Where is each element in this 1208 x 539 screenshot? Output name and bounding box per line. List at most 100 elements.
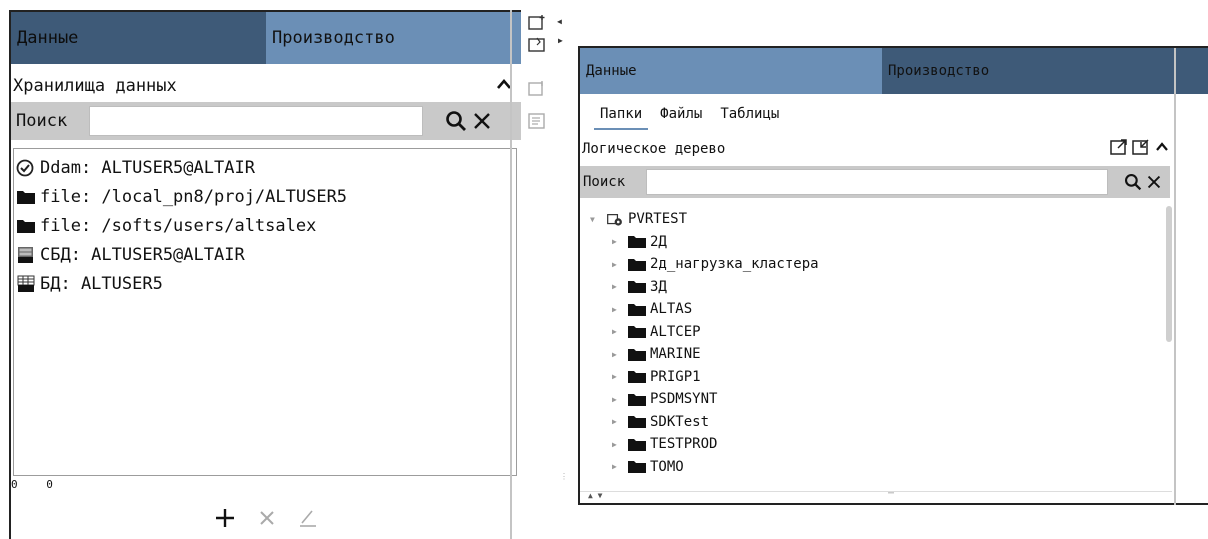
close-icon[interactable] xyxy=(1147,175,1161,189)
section-title-storages: Хранилища данных xyxy=(13,76,177,96)
tab-data[interactable]: Данные xyxy=(11,12,266,64)
list-item[interactable]: Ddam: ALTUSER5@ALTAIR xyxy=(14,153,516,182)
collapsed-triangle-icon[interactable]: ▶ xyxy=(612,440,622,449)
list-item[interactable]: БД: ALTUSER5 xyxy=(14,269,516,298)
bottom-splitter[interactable]: ▲ ▼ ⋯ xyxy=(580,488,1172,505)
tree-item-label: MARINE xyxy=(650,346,701,363)
list-item-label: file: /local_pn8/proj/ALTUSER5 xyxy=(40,186,348,207)
edit-icon[interactable] xyxy=(297,507,319,529)
folder-icon xyxy=(628,326,646,339)
tree-item[interactable]: ▶ ALTAS xyxy=(590,298,819,321)
coord-x: 0 xyxy=(11,478,18,491)
tree-toolbar xyxy=(1110,139,1170,155)
tab-production[interactable]: Производство xyxy=(266,12,521,64)
delete-icon[interactable] xyxy=(257,508,277,528)
folder-icon xyxy=(628,258,646,271)
folder-icon xyxy=(628,393,646,406)
collapsed-triangle-icon[interactable]: ▶ xyxy=(612,282,622,291)
coord-y: 0 xyxy=(46,478,53,491)
search-icon[interactable] xyxy=(445,110,467,132)
search-input[interactable] xyxy=(89,106,423,136)
collapsed-triangle-icon[interactable]: ▶ xyxy=(612,260,622,269)
tree-item[interactable]: ▶ PSDMSYNT xyxy=(590,388,819,411)
folder-icon xyxy=(17,190,35,204)
vertical-scrollbar[interactable] xyxy=(1166,206,1172,342)
subtab-bar: Папки Файлы Таблицы xyxy=(594,106,791,130)
expand-right-icon[interactable]: ▶ xyxy=(558,36,563,45)
tree-item-label: ALTAS xyxy=(650,301,693,318)
search-icon[interactable] xyxy=(1124,173,1142,191)
dock-window-icon[interactable] xyxy=(528,36,546,52)
list-item-label: БД: ALTUSER5 xyxy=(40,273,163,294)
collapsed-triangle-icon[interactable]: ▶ xyxy=(612,237,622,246)
tree-item[interactable]: ▶ 3Д xyxy=(590,276,819,299)
collapse-left-icon[interactable]: ◀ xyxy=(557,17,562,26)
collapsed-triangle-icon[interactable]: ▶ xyxy=(612,395,622,404)
splitter-handle-icon[interactable]: ⋯ xyxy=(888,488,894,499)
folder-icon xyxy=(628,416,646,429)
sort-arrows-icon[interactable]: ▲ ▼ xyxy=(588,491,602,500)
splitter-handle-icon[interactable]: ⋮ xyxy=(560,472,568,481)
tree-item[interactable]: ▶ 2д_нагрузка_кластера xyxy=(590,253,819,276)
document-icon[interactable] xyxy=(528,112,546,130)
list-item[interactable]: file: /softs/users/altsalex xyxy=(14,211,516,240)
tree-item[interactable]: ▶ 2Д xyxy=(590,231,819,254)
folder-icon xyxy=(628,236,646,249)
tree-item-label: 2Д xyxy=(650,233,667,250)
list-item[interactable]: СБД: ALTUSER5@ALTAIR xyxy=(14,240,516,269)
tree-item[interactable]: ▶ TOMO xyxy=(590,456,819,479)
search-input[interactable] xyxy=(646,169,1108,195)
list-item-label: Ddam: ALTUSER5@ALTAIR xyxy=(40,157,255,178)
tree-item-label: TESTPROD xyxy=(650,436,718,453)
tree-title: Логическое дерево xyxy=(582,141,726,157)
tab-tables[interactable]: Таблицы xyxy=(714,106,785,130)
tab-folders[interactable]: Папки xyxy=(594,106,649,130)
chevron-up-icon[interactable] xyxy=(1154,139,1170,155)
list-item-label: file: /softs/users/altsalex xyxy=(40,215,317,236)
tab-data[interactable]: Данные xyxy=(580,48,882,94)
tree-item[interactable]: ▶ MARINE xyxy=(590,343,819,366)
panel-divider[interactable] xyxy=(1174,48,1176,505)
tree-item[interactable]: ▶ ALTCEP xyxy=(590,321,819,344)
expanded-triangle-icon[interactable]: ▼ xyxy=(590,215,600,224)
collapsed-triangle-icon[interactable]: ▶ xyxy=(612,305,622,314)
search-label: Поиск xyxy=(583,174,626,190)
tree-item-label: 3Д xyxy=(650,278,667,295)
right-panel: Данные Производство Папки Файлы Таблицы … xyxy=(578,46,1208,505)
panel-divider[interactable] xyxy=(510,10,512,539)
new-window-icon[interactable] xyxy=(528,14,546,30)
folder-icon xyxy=(628,281,646,294)
tree-item[interactable]: ▶ TESTPROD xyxy=(590,433,819,456)
tab-production[interactable]: Производство xyxy=(882,48,1208,94)
tree-item-label: 2д_нагрузка_кластера xyxy=(650,256,819,273)
check-circle-icon xyxy=(16,159,34,176)
tree-root[interactable]: ▼ PVRTEST xyxy=(590,208,819,231)
search-bar: Поиск xyxy=(580,166,1170,198)
tree-item-label: TOMO xyxy=(650,458,684,475)
collapsed-triangle-icon[interactable]: ▶ xyxy=(612,462,622,471)
search-bar: Поиск xyxy=(11,102,521,140)
project-folder-icon xyxy=(607,213,622,226)
collapsed-triangle-icon[interactable]: ▶ xyxy=(612,327,622,336)
tree-item[interactable]: ▶ PRIGP1 xyxy=(590,366,819,389)
tree-root-label: PVRTEST xyxy=(628,211,688,228)
tree-item[interactable]: ▶ SDKTest xyxy=(590,411,819,434)
list-item[interactable]: file: /local_pn8/proj/ALTUSER5 xyxy=(14,182,516,211)
folder-icon xyxy=(628,438,646,451)
folder-icon xyxy=(628,348,646,361)
close-icon[interactable] xyxy=(473,112,491,130)
left-panel: Данные Производство Хранилища данных Пои… xyxy=(9,10,521,539)
right-tabbar: Данные Производство xyxy=(580,48,1208,94)
new-window-icon[interactable] xyxy=(528,80,546,96)
collapse-all-icon[interactable] xyxy=(1132,139,1150,155)
collapsed-triangle-icon[interactable]: ▶ xyxy=(612,417,622,426)
logical-tree: ▼ PVRTEST ▶ 2Д ▶ 2д_нагрузка_кластера ▶ … xyxy=(590,208,819,478)
expand-all-icon[interactable] xyxy=(1110,139,1128,155)
database-bd-icon xyxy=(17,275,35,292)
tree-item-label: ALTCEP xyxy=(650,323,701,340)
collapsed-triangle-icon[interactable]: ▶ xyxy=(612,372,622,381)
tab-files[interactable]: Файлы xyxy=(654,106,708,130)
add-icon[interactable] xyxy=(213,506,237,530)
search-label: Поиск xyxy=(16,111,68,131)
collapsed-triangle-icon[interactable]: ▶ xyxy=(612,350,622,359)
